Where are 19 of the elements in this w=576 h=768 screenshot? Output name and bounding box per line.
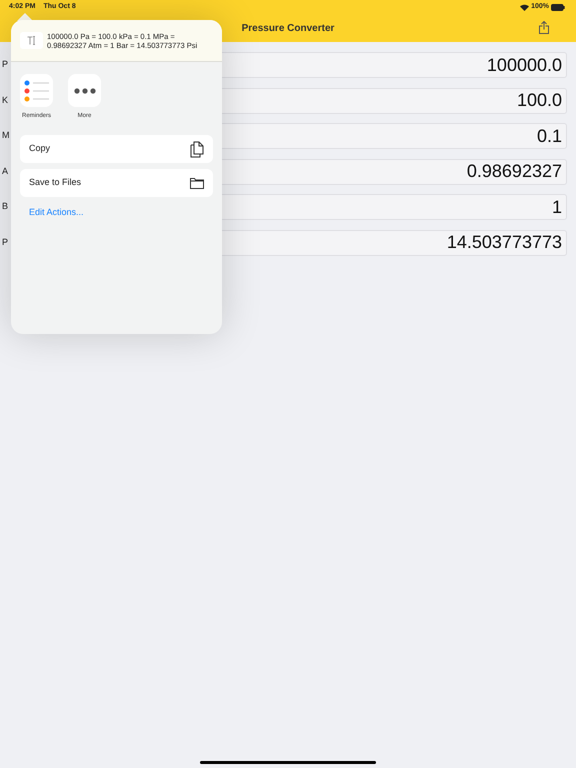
unit-label: P [2,236,10,249]
list-icon [22,78,50,102]
unit-label: A [2,164,10,178]
folder-icon [190,177,204,189]
unit-label: M [2,129,10,142]
more-icon [74,88,96,94]
unit-label: B [2,200,10,214]
app-button[interactable] [20,74,53,107]
nav-title: Pressure Converter [242,22,334,36]
share-icon[interactable] [539,21,549,34]
action-row[interactable]: Save to Files [20,169,213,197]
text-icon [26,36,36,45]
action-row[interactable]: Copy [20,135,213,163]
app-button[interactable] [68,74,101,107]
wifi-icon [520,4,530,10]
copy-icon [190,140,204,158]
battery-icon [551,4,565,10]
unit-label: P [2,58,10,72]
unit-label: K [2,94,10,107]
